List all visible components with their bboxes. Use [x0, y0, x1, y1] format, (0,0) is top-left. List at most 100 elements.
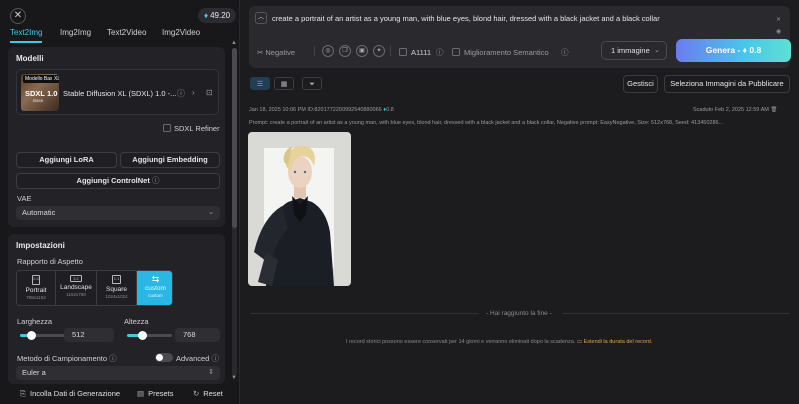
aspect-ratio-label: Rapporto di Aspetto — [17, 257, 83, 266]
thumb-title: SDXL 1.0 — [25, 89, 58, 98]
width-slider[interactable] — [20, 331, 65, 340]
refiner-label: SDXL Refiner — [174, 124, 220, 133]
width-input[interactable]: 512 — [64, 328, 114, 342]
info-icon[interactable]: ⓘ — [177, 88, 185, 99]
xl-badge: XL — [52, 75, 59, 83]
ratio-square[interactable]: 1:1 Square 1024x1024 — [97, 271, 137, 305]
semantic-label: Miglioramento Semantico — [464, 48, 549, 57]
tab-img2video[interactable]: Img2Video — [162, 28, 200, 37]
tab-img2img[interactable]: Img2Img — [60, 28, 91, 37]
height-label: Altezza — [124, 317, 149, 326]
tab-text2video[interactable]: Text2Video — [107, 28, 146, 37]
sampling-method-label: Metodo di Campionamento ⓘ — [17, 353, 117, 364]
scroll-down-icon[interactable]: ▼ — [231, 375, 237, 381]
chevron-right-icon[interactable]: › — [192, 88, 195, 97]
help-icon: ⓘ — [151, 176, 160, 185]
semantic-checkbox[interactable] — [452, 48, 460, 56]
refiner-checkbox[interactable] — [163, 124, 171, 132]
image-icon[interactable]: ▣ — [356, 45, 368, 57]
close-icon[interactable]: ✕ — [10, 8, 26, 24]
chevron-up-icon[interactable]: ︿ — [255, 12, 267, 24]
settings-title: Impostazioni — [16, 241, 65, 250]
image-count-select[interactable]: 1 immagine ⌄ — [601, 41, 667, 60]
ratio-size: 1152x768 — [66, 292, 86, 297]
record-expiry: Scaduto Feb 2, 2025 12:59 AM 🗑 — [693, 107, 777, 113]
scroll-up-icon[interactable]: ▲ — [231, 40, 237, 46]
models-card: Modelli Modello Base XL SDXL 1.0 Base St… — [8, 47, 225, 227]
presets-label: Presets — [148, 389, 174, 398]
ratio-label: Landscape — [60, 284, 92, 291]
prompt-box: ︿ create a portrait of an artist as a yo… — [249, 6, 791, 68]
ratio-landscape[interactable]: 3:2 Landscape 1152x768 — [56, 271, 97, 305]
results-area: ︿ create a portrait of an artist as a yo… — [241, 0, 799, 404]
landscape-icon: 3:2 — [70, 275, 82, 282]
extend-record-link[interactable]: Estendi la durata del record. — [584, 339, 653, 345]
presets-icon: ▤ — [137, 389, 145, 398]
select-publish-button[interactable]: Seleziona Immagini da Pubblicare — [664, 75, 790, 93]
add-controlnet-button[interactable]: Aggiungi ControlNet ⓘ — [16, 173, 220, 189]
lock-icon[interactable]: ⊡ — [206, 88, 213, 97]
generate-button[interactable]: Genera - ♦ 0.8 — [676, 39, 791, 62]
chevron-down-icon: ⌄ — [654, 47, 660, 54]
add-lora-button[interactable]: Aggiungi LoRA — [16, 152, 117, 168]
record-id: ID:8201772200992540880066 — [307, 107, 382, 113]
advanced-toggle[interactable] — [155, 353, 173, 362]
ratio-portrait[interactable]: 2:3 Portrait 768x1152 — [17, 271, 56, 305]
sampling-method-text: Metodo di Campionamento — [17, 354, 108, 363]
record-date: Jan 18, 2025 10:06 PM — [249, 107, 306, 113]
retention-notice: I record storici possono essere conserva… — [346, 339, 652, 345]
ratio-custom[interactable]: ⇆ custom custom — [137, 271, 172, 305]
vae-label: VAE — [17, 194, 32, 203]
paste-label: Incolla Dati di Generazione — [30, 389, 121, 398]
magic-wand-icon[interactable]: ✦ — [373, 45, 385, 57]
scrollbar-thumb[interactable] — [232, 48, 237, 228]
paste-generation-data-button[interactable]: ⎘ Incolla Dati di Generazione — [20, 389, 120, 399]
width-slider-knob[interactable] — [26, 331, 36, 340]
clear-icon[interactable]: ✕ — [776, 16, 781, 23]
portrait-figure — [254, 145, 334, 286]
negative-toggle[interactable]: ✂ Negative — [257, 48, 295, 57]
reset-button[interactable]: ↻ Reset — [193, 389, 223, 398]
generated-image[interactable] — [248, 132, 351, 286]
help-icon: ⓘ — [561, 48, 569, 57]
height-input[interactable]: 768 — [175, 328, 220, 342]
manage-button[interactable]: Gestisci — [623, 75, 658, 93]
a1111-checkbox[interactable] — [399, 48, 407, 56]
end-of-list-text: - Hai raggiunto la fine - — [486, 310, 552, 317]
ratio-size: 768x1152 — [26, 295, 46, 300]
credits-badge: ♦ 49.20 — [198, 8, 237, 23]
credits-value: 49.20 — [210, 11, 231, 20]
copy-icon[interactable]: ❐ — [339, 45, 351, 57]
portrait-icon: 2:3 — [32, 275, 40, 285]
globe-icon[interactable]: ◎ — [322, 45, 334, 57]
grid-view-icon[interactable]: ▦ — [274, 77, 294, 90]
presets-button[interactable]: ▤ Presets — [137, 389, 174, 398]
width-label: Larghezza — [17, 317, 53, 326]
height-slider-knob[interactable] — [138, 331, 148, 340]
sampler-select[interactable]: Euler a ⇕ — [16, 366, 220, 380]
model-selector[interactable]: Modello Base XL SDXL 1.0 Base Stable Dif… — [16, 69, 219, 115]
ratio-size: custom — [148, 293, 163, 298]
resize-handle-icon[interactable]: ◉ — [776, 28, 781, 35]
list-view-icon[interactable]: ☰ — [250, 77, 270, 90]
scrollbar[interactable] — [232, 48, 237, 376]
add-embedding-button[interactable]: Aggiungi Embedding — [120, 152, 220, 168]
models-title: Modelli — [16, 54, 44, 63]
left-panel: ✕ ♦ 49.20 Text2Img Img2Img Text2Video Img… — [0, 0, 240, 404]
trash-icon[interactable]: 🗑 — [770, 107, 777, 113]
tab-text2img[interactable]: Text2Img — [10, 28, 42, 37]
negative-icon: ✂ — [257, 48, 264, 57]
paste-icon: ⎘ — [20, 389, 26, 398]
vae-select[interactable]: Automatic ⌄ — [16, 206, 220, 220]
model-name: Stable Diffusion XL (SDXL) 1.0 -... — [63, 89, 177, 98]
settings-card: Impostazioni Rapporto di Aspetto 2:3 Por… — [8, 234, 225, 384]
advanced-text: Advanced — [176, 354, 210, 363]
prompt-input[interactable]: create a portrait of an artist as a youn… — [272, 14, 660, 23]
divider — [390, 46, 391, 56]
divider — [314, 46, 315, 56]
record-prompt: Prompt: create a portrait of an artist a… — [249, 120, 724, 126]
generate-cost: 0.8 — [749, 45, 762, 55]
height-slider[interactable] — [127, 331, 172, 340]
filter-icon[interactable]: ⏷ — [302, 77, 322, 90]
chevron-down-icon: ⌄ — [208, 209, 214, 216]
